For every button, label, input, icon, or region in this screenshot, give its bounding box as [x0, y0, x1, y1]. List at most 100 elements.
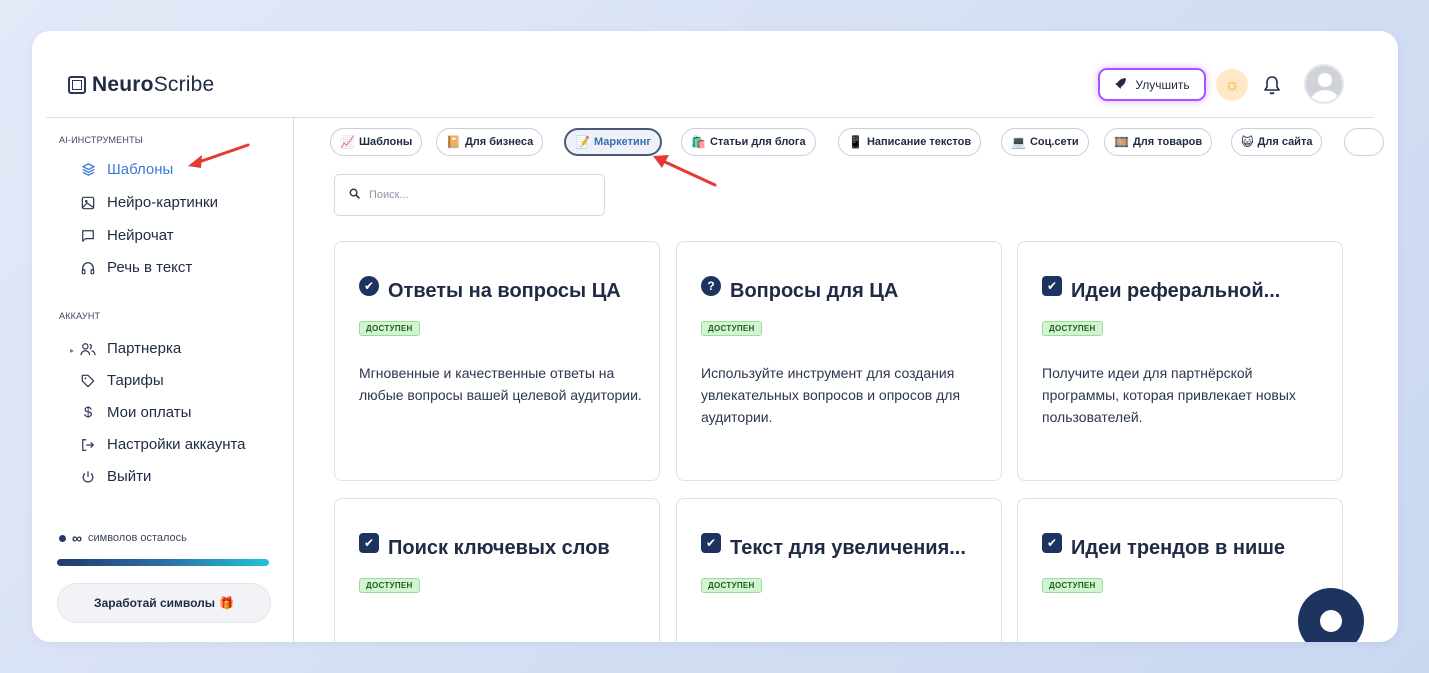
- gift-icon: 🎁: [219, 596, 234, 610]
- question-circle-icon: ?: [701, 275, 721, 296]
- section-title-tools: AI-ИНСТРУМЕНТЫ: [59, 135, 143, 145]
- login-icon: [80, 438, 96, 452]
- film-icon: 🎞️: [1114, 135, 1129, 149]
- layers-icon: [80, 162, 96, 177]
- sidebar-item-label: Партнерка: [107, 340, 182, 357]
- chart-icon: 📈: [340, 135, 355, 149]
- credits-status: ∞ символов осталось: [59, 530, 187, 546]
- check-box-icon: ✔: [359, 532, 379, 553]
- card-description: Используйте инструмент для создания увле…: [701, 365, 961, 425]
- upgrade-button[interactable]: Улучшить: [1098, 68, 1206, 101]
- search-icon: [349, 186, 360, 204]
- status-badge: ДОСТУПЕН: [359, 578, 420, 593]
- chip-blog-articles[interactable]: 🛍️ Статьи для блога: [681, 128, 816, 156]
- chip-label: Для бизнеса: [464, 136, 534, 148]
- chip-templates[interactable]: 📈 Шаблоны: [330, 128, 423, 156]
- shopping-bags-icon: 🛍️: [691, 135, 706, 149]
- cat-icon: 😺: [1241, 135, 1254, 149]
- status-badge: ДОСТУПЕН: [359, 321, 420, 336]
- check-box-icon: ✔: [1042, 532, 1062, 553]
- sidebar-divider: [293, 118, 294, 642]
- earn-credits-label: Заработай символы: [94, 596, 215, 610]
- sidebar-item-account-settings[interactable]: Настройки аккаунта: [80, 436, 246, 453]
- caret-right-icon[interactable]: ▸: [70, 346, 74, 355]
- chip-business[interactable]: 📔 Для бизнеса: [436, 128, 544, 156]
- template-card[interactable]: ✔ Текст для увеличения... ДОСТУПЕН: [676, 498, 1002, 642]
- logo-icon: [68, 76, 86, 94]
- chip-label: Шаблоны: [358, 136, 413, 148]
- sidebar-item-neuro-images[interactable]: Нейро-картинки: [80, 194, 218, 211]
- chip-label: Статьи для блога: [709, 136, 806, 148]
- sidebar-item-label: Нейрочат: [107, 227, 174, 244]
- users-icon: [80, 342, 96, 356]
- sidebar-item-neurochat[interactable]: Нейрочат: [80, 227, 174, 244]
- chip-label: Написание текстов: [866, 136, 972, 148]
- sidebar-item-speech-to-text[interactable]: Речь в текст: [80, 259, 192, 276]
- notebook-icon: 📔: [446, 135, 461, 149]
- search-box[interactable]: [334, 174, 605, 216]
- sidebar-item-logout[interactable]: Выйти: [80, 468, 151, 485]
- check-circle-icon: ✔: [359, 275, 379, 296]
- check-box-icon: ✔: [1042, 275, 1062, 296]
- status-badge: ДОСТУПЕН: [1042, 321, 1103, 336]
- card-title: ✔ Идеи трендов в нише: [1042, 532, 1285, 560]
- credits-value: ∞: [72, 530, 82, 546]
- template-card[interactable]: ? Вопросы для ЦА ДОСТУПЕН Используйте ин…: [676, 241, 1002, 481]
- chip-label: Для товаров: [1132, 136, 1203, 148]
- template-card[interactable]: ✔ Ответы на вопросы ЦА ДОСТУПЕН Мгновенн…: [334, 241, 660, 481]
- sidebar-item-payments[interactable]: $ Мои оплаты: [80, 404, 192, 421]
- sidebar-item-label: Тарифы: [107, 372, 164, 389]
- chip-website[interactable]: 😺 Для сайта: [1231, 128, 1323, 156]
- chip-marketing[interactable]: 📝 Маркетинг: [564, 128, 662, 156]
- chip-more[interactable]: [1344, 128, 1384, 156]
- phone-icon: 📱: [848, 135, 863, 149]
- power-icon: [80, 470, 96, 484]
- card-title: ✔ Текст для увеличения...: [701, 532, 966, 560]
- annotation-arrow-marketing: [653, 155, 717, 187]
- template-card[interactable]: ✔ Поиск ключевых слов ДОСТУПЕН: [334, 498, 660, 642]
- chip-label: Для сайта: [1257, 136, 1313, 148]
- avatar[interactable]: [1304, 64, 1344, 104]
- sidebar-item-label: Нейро-картинки: [107, 194, 218, 211]
- logo[interactable]: NeuroScribe: [68, 73, 214, 97]
- sidebar-item-label: Шаблоны: [107, 161, 174, 178]
- sidebar-item-label: Настройки аккаунта: [107, 436, 246, 453]
- app-window: NeuroScribe Улучшить ☼ AI-ИНСТРУМЕНТЫ Ша…: [32, 31, 1398, 642]
- sidebar-item-partners[interactable]: Партнерка: [80, 340, 181, 357]
- status-badge: ДОСТУПЕН: [701, 321, 762, 336]
- chat-icon: [80, 229, 96, 243]
- chip-label: Маркетинг: [593, 136, 651, 148]
- chip-social[interactable]: 💻 Соц.сети: [1001, 128, 1089, 156]
- chat-widget-button[interactable]: [1298, 588, 1364, 642]
- earn-credits-button[interactable]: Заработай символы 🎁: [57, 583, 271, 623]
- header-divider: [46, 117, 1374, 118]
- search-input[interactable]: [369, 189, 569, 201]
- chip-label: Соц.сети: [1029, 136, 1079, 148]
- annotation-arrow-templates: [188, 143, 250, 168]
- rocket-icon: [1114, 77, 1127, 93]
- memo-icon: 📝: [575, 135, 590, 149]
- tag-icon: [80, 374, 96, 388]
- check-box-icon: ✔: [701, 532, 721, 553]
- chip-products[interactable]: 🎞️ Для товаров: [1104, 128, 1213, 156]
- theme-toggle-sun-icon[interactable]: ☼: [1216, 69, 1248, 101]
- image-icon: [80, 196, 96, 210]
- status-badge: ДОСТУПЕН: [1042, 578, 1103, 593]
- sidebar-item-tariffs[interactable]: Тарифы: [80, 372, 164, 389]
- bell-icon[interactable]: [1259, 71, 1285, 99]
- headphones-icon: [80, 261, 96, 275]
- card-title: ? Вопросы для ЦА: [701, 275, 898, 303]
- sidebar-item-templates[interactable]: Шаблоны: [80, 161, 173, 178]
- template-card[interactable]: ✔ Идеи реферальной... ДОСТУПЕН Получите …: [1017, 241, 1343, 481]
- credits-progress-bar: [57, 559, 269, 566]
- logo-text: NeuroScribe: [92, 73, 215, 96]
- card-description: Мгновенные и качественные ответы на любы…: [359, 365, 642, 403]
- upgrade-label: Улучшить: [1135, 77, 1190, 92]
- card-title: ✔ Ответы на вопросы ЦА: [359, 275, 621, 303]
- laptop-icon: 💻: [1011, 135, 1026, 149]
- card-description: Получите идеи для партнёрской программы,…: [1042, 365, 1296, 425]
- template-card[interactable]: ✔ Идеи трендов в нише ДОСТУПЕН: [1017, 498, 1343, 642]
- sidebar-item-label: Выйти: [107, 468, 152, 485]
- status-badge: ДОСТУПЕН: [701, 578, 762, 593]
- chip-copywriting[interactable]: 📱 Написание текстов: [838, 128, 982, 156]
